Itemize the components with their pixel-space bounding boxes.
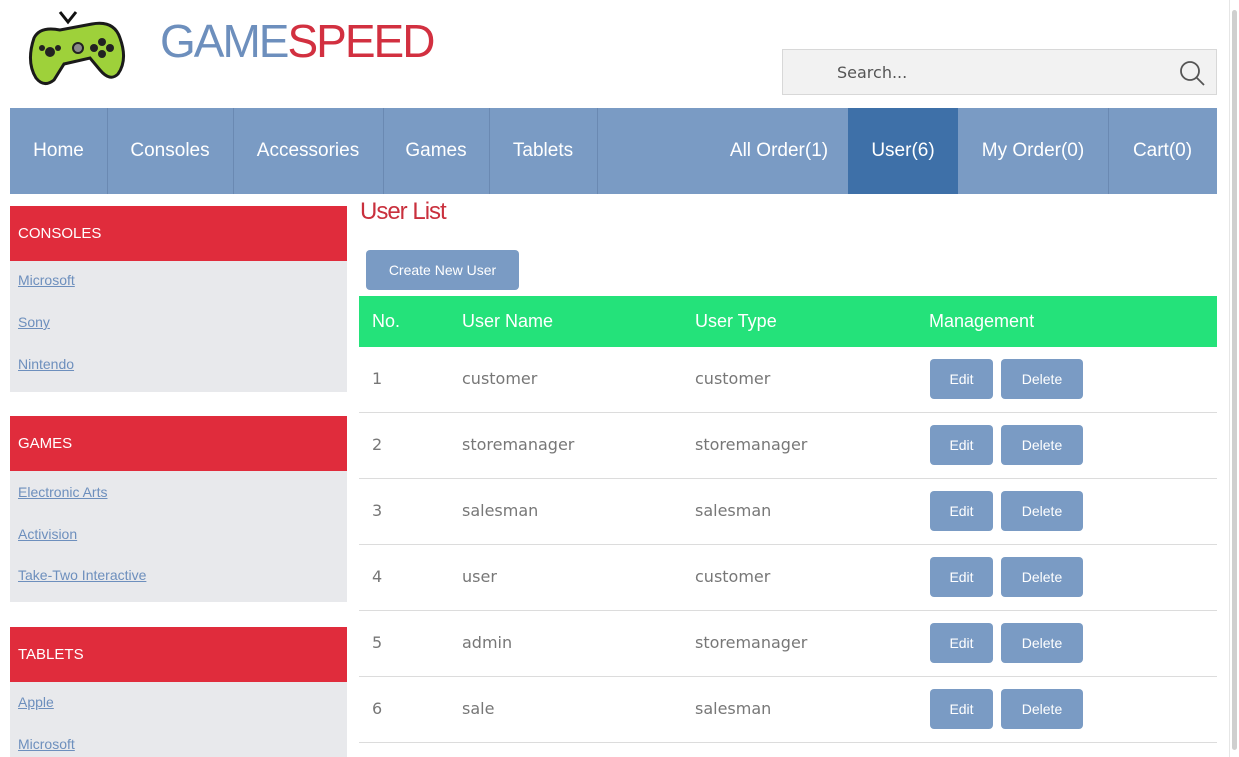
table-row: 4 user customer Edit Delete [359,545,1217,611]
delete-button[interactable]: Delete [1001,623,1083,663]
nav-my-order[interactable]: My Order(0) [958,108,1108,194]
search-placeholder: Search... [837,63,908,82]
nav-tablets[interactable]: Tablets [489,108,597,194]
table-row: 5 admin storemanager Edit Delete [359,611,1217,677]
nav-cart[interactable]: Cart(0) [1108,108,1217,194]
table-row: 6 sale salesman Edit Delete [359,677,1217,743]
row-user-type: salesman [695,699,772,718]
row-user-type: salesman [695,501,772,520]
row-user-name: customer [462,369,538,388]
row-user-type: storemanager [695,633,808,652]
row-number: 6 [372,699,383,718]
delete-button[interactable]: Delete [1001,557,1083,597]
row-user-name: salesman [462,501,539,520]
delete-button[interactable]: Delete [1001,425,1083,465]
row-user-name: sale [462,699,495,718]
edit-button[interactable]: Edit [930,491,993,531]
delete-button[interactable]: Delete [1001,491,1083,531]
sidebar-section-tablets: TABLETS Apple Microsoft [10,627,347,757]
sidebar-link-nintendo[interactable]: Nintendo [18,356,74,372]
edit-button[interactable]: Edit [930,359,993,399]
row-user-type: storemanager [695,435,808,454]
row-number: 3 [372,501,383,520]
delete-button[interactable]: Delete [1001,359,1083,399]
sidebar-link-apple[interactable]: Apple [18,694,54,710]
nav-all-order[interactable]: All Order(1) [710,108,848,194]
table-row: 3 salesman salesman Edit Delete [359,479,1217,545]
table-header: No. User Name User Type Management [359,296,1217,347]
column-user-name: User Name [462,311,554,331]
sidebar-link-microsoft-tablets[interactable]: Microsoft [18,736,75,752]
delete-button[interactable]: Delete [1001,689,1083,729]
sidebar-header-tablets: TABLETS [10,627,347,682]
gamepad-logo-icon[interactable] [20,8,132,94]
sidebar-link-activision[interactable]: Activision [18,526,77,542]
sidebar-link-take-two[interactable]: Take-Two Interactive [18,567,146,583]
search-icon[interactable] [1178,59,1206,87]
page-title: User List [360,198,447,225]
row-number: 4 [372,567,383,586]
nav-user[interactable]: User(6) [848,108,958,194]
table-row: 1 customer customer Edit Delete [359,347,1217,413]
nav-accessories[interactable]: Accessories [233,108,383,194]
brand-part-speed: SPEED [287,15,435,67]
sidebar-link-electronic-arts[interactable]: Electronic Arts [18,484,107,500]
row-user-name: storemanager [462,435,575,454]
edit-button[interactable]: Edit [930,689,993,729]
edit-button[interactable]: Edit [930,557,993,597]
row-user-type: customer [695,369,771,388]
table-row: 2 storemanager storemanager Edit Delete [359,413,1217,479]
sidebar-link-sony[interactable]: Sony [18,314,50,330]
nav-games[interactable]: Games [383,108,489,194]
search-input[interactable]: Search... [782,49,1217,95]
brand-part-game: GAME [160,15,289,67]
edit-button[interactable]: Edit [930,425,993,465]
main-nav: Home Consoles Accessories Games Tablets … [10,108,1217,194]
row-user-name: user [462,567,497,586]
scrollbar-thumb[interactable] [1232,10,1237,750]
nav-home[interactable]: Home [10,108,107,194]
sidebar-section-consoles: CONSOLES Microsoft Sony Nintendo [10,206,347,392]
column-user-type: User Type [695,311,777,331]
row-number: 5 [372,633,383,652]
row-number: 1 [372,369,383,388]
sidebar-header-consoles: CONSOLES [10,206,347,261]
brand-title[interactable]: GAMESPEED [160,14,435,68]
row-user-type: customer [695,567,771,586]
column-management: Management [929,311,1035,331]
column-no: No. [372,311,401,331]
sidebar-header-games: GAMES [10,416,347,471]
row-number: 2 [372,435,383,454]
edit-button[interactable]: Edit [930,623,993,663]
sidebar-link-microsoft[interactable]: Microsoft [18,272,75,288]
nav-consoles[interactable]: Consoles [107,108,233,194]
nav-separator [597,108,598,194]
page-scrollbar[interactable] [1229,0,1239,757]
row-user-name: admin [462,633,513,652]
create-new-user-button[interactable]: Create New User [366,250,519,290]
sidebar-section-games: GAMES Electronic Arts Activision Take-Tw… [10,416,347,602]
